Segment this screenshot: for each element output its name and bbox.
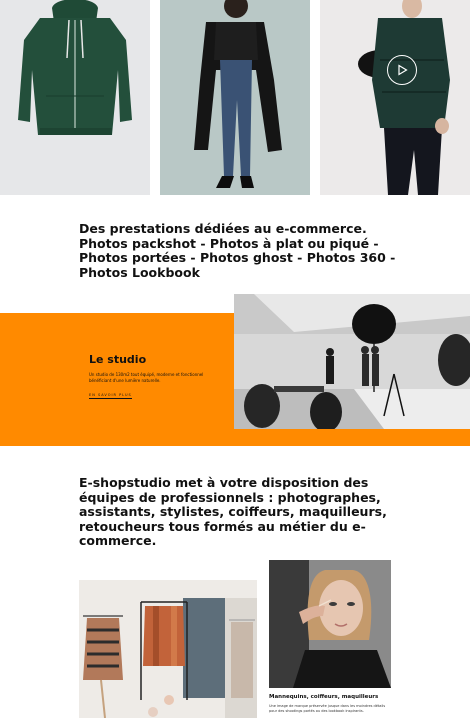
play-video-button[interactable]: [387, 55, 417, 85]
team-text: E-shopstudio met à votre disposition des…: [79, 475, 387, 548]
photo-packshot-jacket[interactable]: [0, 0, 150, 195]
clothing-rack-photo[interactable]: [79, 580, 257, 718]
studio-learn-more-link[interactable]: EN SAVOIR PLUS: [89, 393, 132, 399]
studio-title: Le studio: [89, 353, 147, 366]
studio-description: Un studio de 130m2 tout équipé, moderne …: [89, 372, 204, 383]
photo-worn-model[interactable]: [160, 0, 310, 195]
play-icon: [396, 61, 408, 80]
makeup-photo[interactable]: [269, 560, 391, 688]
studio-photo[interactable]: [234, 294, 470, 429]
makeup-description: Une image de marque préservée jusque dan…: [269, 704, 386, 713]
photo-video-model[interactable]: [320, 0, 470, 195]
intro-text: Des prestations dédiées au e-commerce. P…: [79, 221, 396, 280]
makeup-caption: Mannequins, coiffeurs, maquilleurs: [269, 694, 379, 700]
